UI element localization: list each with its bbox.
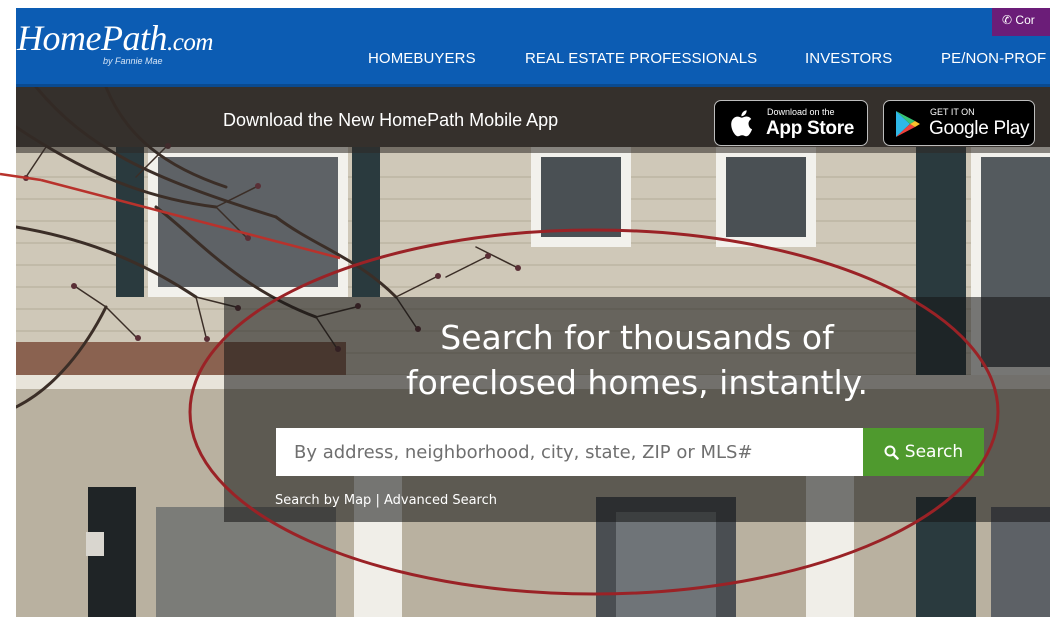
link-separator: | [375,493,380,508]
headline-line-2: foreclosed homes, instantly. [406,363,868,402]
logo-domain: .com [166,29,213,56]
google-play-icon [896,111,920,137]
search-input[interactable] [276,428,863,476]
logo-main: HomePath [17,18,167,58]
advanced-search-link[interactable]: Advanced Search [384,493,497,508]
nav-homebuyers[interactable]: HOMEBUYERS [368,50,476,67]
hero-headline: Search for thousands of foreclosed homes… [224,315,1050,405]
logo-text: HomePath.com [17,18,213,58]
app-store-big-text: App Store [766,118,855,139]
nav-real-estate-professionals[interactable]: REAL ESTATE PROFESSIONALS [525,50,757,67]
nav-pe-non-profit[interactable]: PE/NON-PROF [941,50,1046,67]
search-by-map-link[interactable]: Search by Map [275,493,371,508]
contact-button[interactable]: ✆ Cor [992,8,1050,36]
mobile-app-bar: Download the New HomePath Mobile App Dow… [16,87,1050,153]
search-button-label: Search [904,442,964,462]
homepath-logo[interactable]: HomePath.com by Fannie Mae [17,18,213,66]
search-panel: Search for thousands of foreclosed homes… [224,297,1050,522]
app-store-badge[interactable]: Download on the App Store [714,100,868,146]
site-header: HomePath.com by Fannie Mae ✆ Cor HOMEBUY… [16,8,1050,87]
google-play-big-text: Google Play [929,118,1030,139]
google-play-badge[interactable]: GET IT ON Google Play [883,100,1035,146]
apple-icon [731,110,753,137]
app-bar-text: Download the New HomePath Mobile App [223,110,559,130]
page: HomePath.com by Fannie Mae ✆ Cor HOMEBUY… [16,8,1050,617]
nav-investors[interactable]: INVESTORS [805,50,892,67]
app-store-small-text: Download on the [767,107,835,117]
logo-subtitle: by Fannie Mae [103,56,163,66]
headline-line-1: Search for thousands of [440,318,834,357]
search-links: Search by Map | Advanced Search [275,493,497,508]
google-play-small-text: GET IT ON [930,107,975,117]
hero-section: Download the New HomePath Mobile App Dow… [16,87,1050,617]
contact-label: Cor [1015,13,1035,27]
search-icon [884,445,899,460]
search-button[interactable]: Search [863,428,984,476]
phone-icon: ✆ [1002,13,1013,27]
